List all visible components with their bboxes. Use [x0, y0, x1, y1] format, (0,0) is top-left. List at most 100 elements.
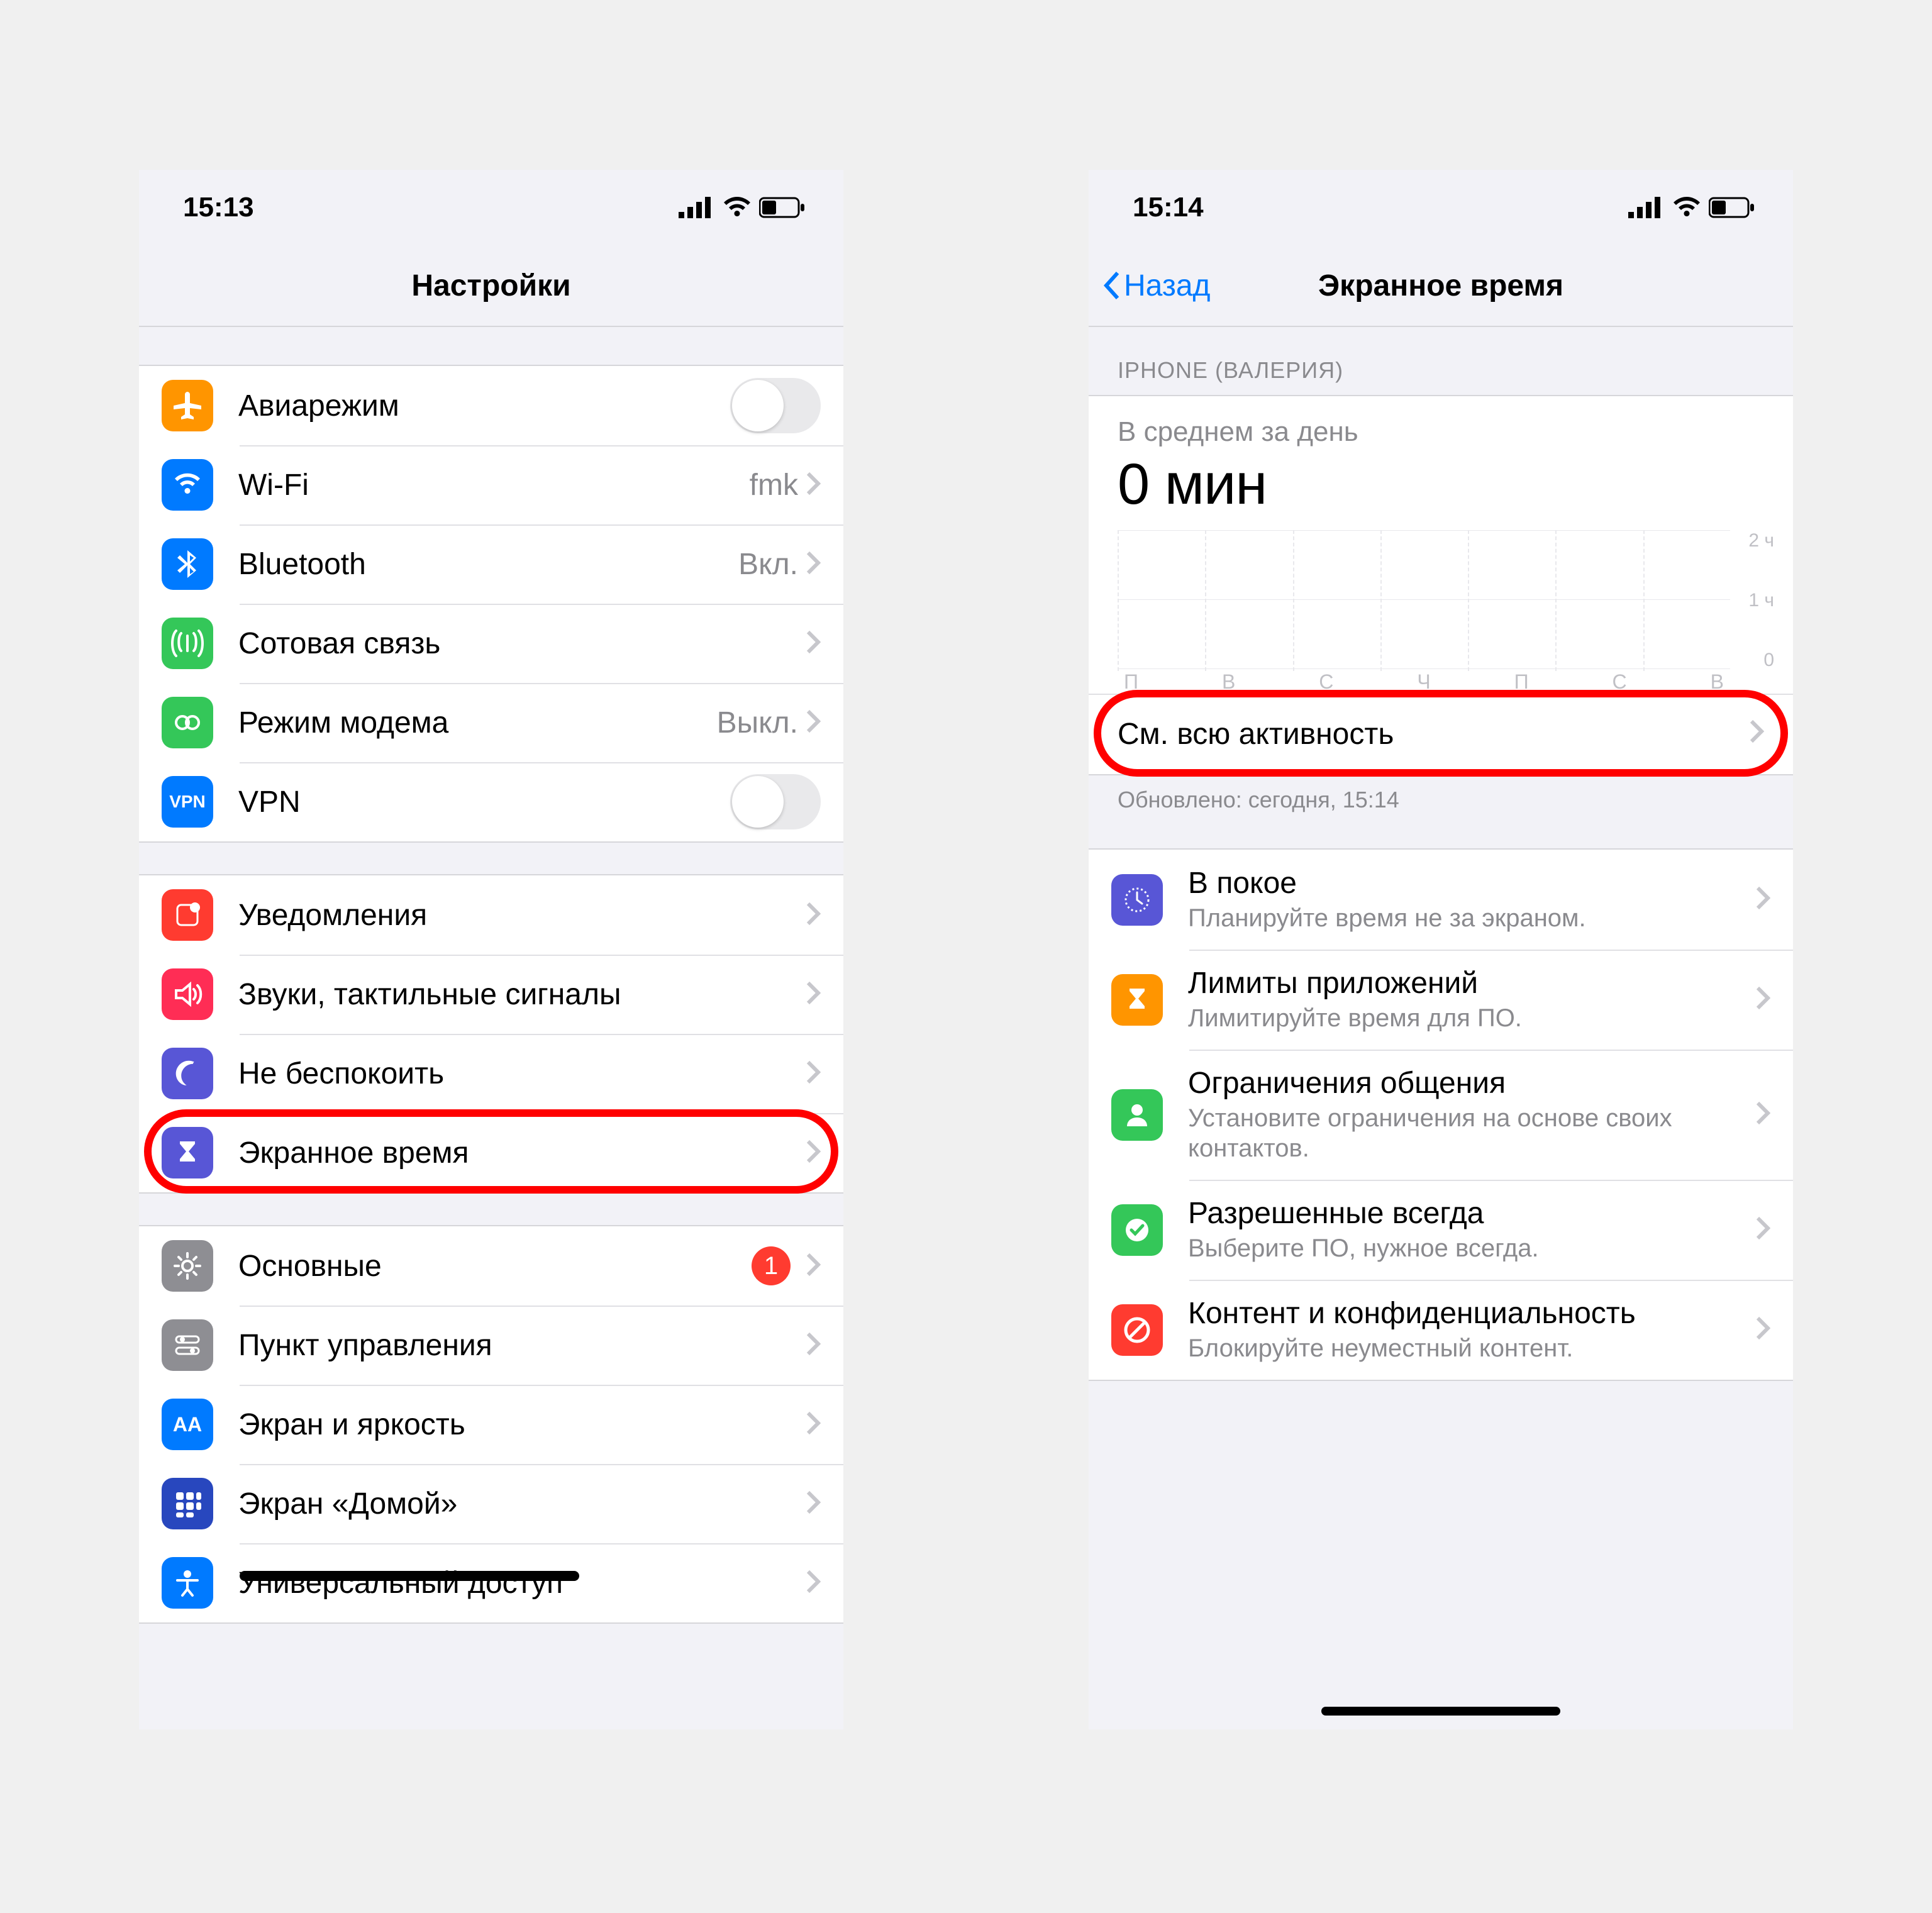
row-dnd[interactable]: Не беспокоить [139, 1034, 843, 1113]
config-sub: Планируйте время не за экраном. [1188, 903, 1755, 933]
row-vpn[interactable]: VPN VPN [139, 762, 843, 841]
row-app-limits[interactable]: Лимиты приложений Лимитируйте время для … [1089, 950, 1793, 1050]
cell-label: Пункт управления [238, 1328, 806, 1363]
average-label: В среднем за день [1118, 416, 1764, 448]
chevron-right-icon [806, 550, 821, 579]
nav-title: Настройки [411, 269, 570, 303]
text-size-icon: AA [162, 1399, 213, 1450]
row-screentime[interactable]: Экранное время [139, 1113, 843, 1192]
usage-chart: П В С Ч П С В 2 ч 1 ч 0 [1089, 524, 1793, 694]
config-title: Разрешенные всегда [1188, 1196, 1755, 1231]
back-label: Назад [1124, 269, 1211, 303]
config-sub: Блокируйте неуместный контент. [1188, 1333, 1755, 1363]
cellular-icon [1628, 197, 1665, 218]
average-value: 0 мин [1118, 452, 1764, 518]
row-content-privacy[interactable]: Контент и конфиденциальность Блокируйте … [1089, 1280, 1793, 1380]
row-control-center[interactable]: Пункт управления [139, 1306, 843, 1385]
config-title: В покое [1188, 866, 1755, 901]
chevron-right-icon [806, 471, 821, 499]
see-all-activity-button[interactable]: См. всю активность [1089, 694, 1793, 773]
chevron-right-icon [806, 629, 821, 658]
settings-screen: 15:13 Настройки Авиарежим Wi-Fi fmk Blue… [139, 170, 843, 1729]
screentime-config-group: В покое Планируйте время не за экраном. … [1089, 848, 1793, 1381]
row-bluetooth[interactable]: Bluetooth Вкл. [139, 524, 843, 604]
row-always-allowed[interactable]: Разрешенные всегда Выберите ПО, нужное в… [1089, 1180, 1793, 1280]
row-communication-limits[interactable]: Ограничения общения Установите ограничен… [1089, 1050, 1793, 1180]
cellular-tile-icon [162, 618, 213, 669]
accessibility-icon [162, 1557, 213, 1609]
row-general[interactable]: Основные 1 [139, 1226, 843, 1306]
activity-label: См. всю активность [1118, 717, 1749, 751]
wifi-icon [1671, 196, 1702, 219]
row-home-screen[interactable]: Экран «Домой» [139, 1464, 843, 1543]
row-sounds[interactable]: Звуки, тактильные сигналы [139, 955, 843, 1034]
gear-icon [162, 1240, 213, 1292]
vpn-toggle[interactable] [730, 774, 821, 829]
sounds-icon [162, 968, 213, 1020]
config-title: Контент и конфиденциальность [1188, 1296, 1755, 1331]
chevron-right-icon [806, 1569, 821, 1597]
bluetooth-icon [162, 538, 213, 590]
nav-title: Экранное время [1318, 269, 1563, 303]
chevron-right-icon [806, 1060, 821, 1088]
home-grid-icon [162, 1478, 213, 1529]
downtime-icon [1111, 874, 1163, 926]
settings-group-connectivity: Авиарежим Wi-Fi fmk Bluetooth Вкл. Сотов… [139, 365, 843, 843]
hourglass-icon [1111, 974, 1163, 1026]
chevron-right-icon [806, 1252, 821, 1280]
day-label: Ч [1417, 670, 1430, 694]
notification-badge: 1 [752, 1246, 791, 1285]
status-bar: 15:13 [139, 170, 843, 245]
checkmark-seal-icon [1111, 1204, 1163, 1256]
cell-label: Не беспокоить [238, 1056, 806, 1091]
chevron-right-icon [806, 901, 821, 929]
battery-icon [759, 196, 806, 219]
cell-label: Экранное время [238, 1136, 806, 1170]
cell-label: Bluetooth [238, 547, 738, 582]
chart-grid: П В С Ч П С В [1118, 530, 1730, 694]
y-tick: 1 ч [1730, 590, 1774, 611]
no-sign-icon [1111, 1304, 1163, 1356]
control-center-icon [162, 1319, 213, 1371]
config-sub: Выберите ПО, нужное всегда. [1188, 1233, 1755, 1263]
notifications-icon [162, 889, 213, 941]
chevron-right-icon [1755, 985, 1770, 1014]
moon-icon [162, 1048, 213, 1099]
row-wifi[interactable]: Wi-Fi fmk [139, 445, 843, 524]
cell-label: Звуки, тактильные сигналы [238, 977, 806, 1012]
day-label: П [1124, 670, 1138, 694]
settings-group-general: Основные 1 Пункт управления AA Экран и я… [139, 1225, 843, 1624]
row-airplane[interactable]: Авиарежим [139, 366, 843, 445]
y-tick: 2 ч [1730, 530, 1774, 552]
airplane-toggle[interactable] [730, 378, 821, 433]
chart-day-labels: П В С Ч П С В [1118, 670, 1730, 694]
status-time: 15:14 [1133, 192, 1204, 223]
home-indicator[interactable] [1321, 1707, 1560, 1716]
row-cellular[interactable]: Сотовая связь [139, 604, 843, 683]
row-accessibility[interactable]: Универсальный доступ [139, 1543, 843, 1622]
cell-value: Вкл. [738, 547, 798, 582]
cell-label: Экран и яркость [238, 1407, 806, 1442]
chevron-right-icon [806, 980, 821, 1009]
vpn-icon: VPN [162, 776, 213, 828]
status-indicators [1628, 196, 1755, 219]
chevron-right-icon [1755, 885, 1770, 914]
back-button[interactable]: Назад [1101, 269, 1211, 303]
config-sub: Лимитируйте время для ПО. [1188, 1003, 1755, 1033]
chevron-right-icon [806, 709, 821, 737]
chart-y-axis: 2 ч 1 ч 0 [1730, 530, 1774, 694]
row-notifications[interactable]: Уведомления [139, 875, 843, 955]
config-title: Лимиты приложений [1188, 966, 1755, 1001]
chevron-right-icon [806, 1490, 821, 1518]
status-indicators [679, 196, 806, 219]
cellular-icon [679, 197, 715, 218]
cell-value: fmk [750, 468, 798, 502]
day-label: С [1319, 670, 1333, 694]
home-indicator-overlap [240, 1571, 579, 1581]
cell-value: Выкл. [717, 706, 798, 740]
average-section: В среднем за день 0 мин [1089, 395, 1793, 524]
chevron-right-icon [806, 1139, 821, 1167]
row-downtime[interactable]: В покое Планируйте время не за экраном. [1089, 850, 1793, 950]
row-hotspot[interactable]: Режим модема Выкл. [139, 683, 843, 762]
row-display[interactable]: AA Экран и яркость [139, 1385, 843, 1464]
